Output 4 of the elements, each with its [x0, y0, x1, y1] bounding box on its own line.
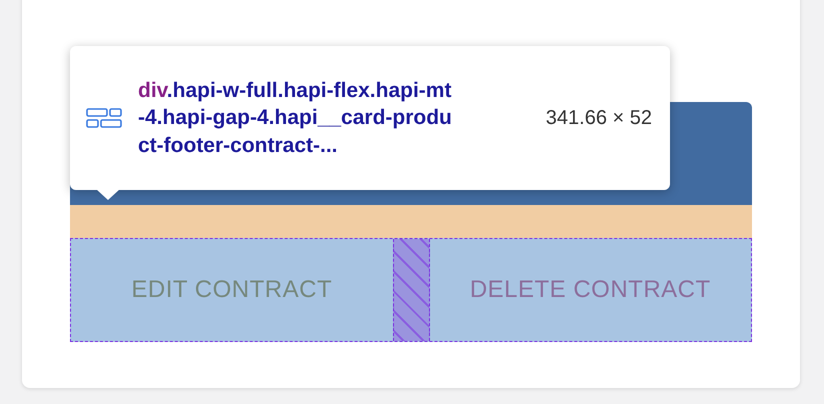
flex-layout-icon	[86, 108, 122, 128]
element-selector: div.hapi-w-full.hapi-flex.hapi-mt-4.hapi-gap-4.hapi__card-product-footer-contract-...	[138, 78, 453, 159]
contract-button[interactable]: DELETE CONTRACT	[430, 239, 751, 341]
element-size: 341.66 × 52	[546, 106, 652, 130]
